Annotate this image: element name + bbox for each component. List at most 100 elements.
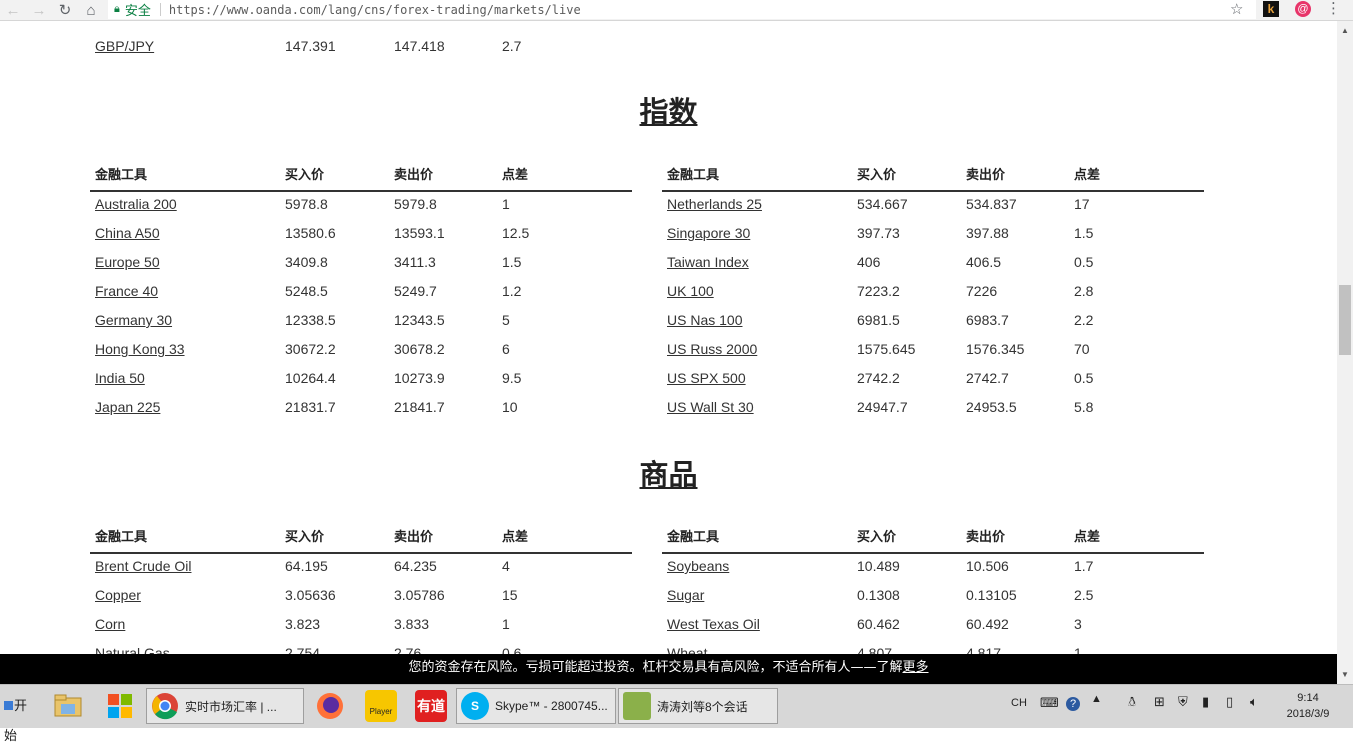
browser-menu-icon[interactable]: ⋮: [1326, 0, 1341, 17]
instrument-link[interactable]: Hong Kong 33: [95, 341, 185, 357]
youdao-icon[interactable]: 有道: [415, 690, 447, 722]
address-bar[interactable]: 🔒︎ 安全 https://www.oanda.com/lang/cns/for…: [108, 0, 1256, 19]
instrument-link[interactable]: Netherlands 25: [667, 196, 762, 212]
windows-store-icon[interactable]: [104, 690, 136, 722]
bid-value: 3409.8: [285, 254, 328, 270]
spread-value: 70: [1074, 341, 1090, 357]
instrument-cell: Copper: [95, 581, 141, 610]
instrument-link[interactable]: France 40: [95, 283, 158, 299]
table-row: US SPX 500 2742.2 2742.7 0.5: [662, 364, 1204, 393]
column-header-ask: 卖出价: [966, 167, 1006, 182]
network-icon[interactable]: ▮: [1202, 694, 1209, 710]
ask-value: 24953.5: [966, 399, 1017, 415]
instrument-link[interactable]: Australia 200: [95, 196, 177, 212]
table-row: Australia 200 5978.8 5979.8 1: [90, 190, 632, 219]
instrument-cell: Netherlands 25: [667, 190, 762, 219]
instrument-link[interactable]: Corn: [95, 616, 125, 632]
spread-value: 4: [502, 558, 510, 574]
instrument-link[interactable]: Brent Crude Oil: [95, 558, 191, 574]
explorer-icon[interactable]: [52, 690, 84, 722]
security-icon[interactable]: ⛨: [1178, 694, 1188, 710]
page-content: GBP/JPY 147.391 147.418 2.7 指数 金融工具 买入价 卖出价…: [0, 21, 1337, 654]
instrument-link[interactable]: Copper: [95, 587, 141, 603]
taskbar-button-chrome[interactable]: 实时市场汇率 | ...: [146, 688, 304, 724]
bid-value: 534.667: [857, 196, 908, 212]
start-button[interactable]: 开始: [0, 691, 38, 743]
instrument-link[interactable]: Wheat: [667, 645, 707, 654]
instrument-link[interactable]: GBP/JPY: [95, 38, 154, 54]
table-row: UK 100 7223.2 7226 2.8: [662, 277, 1204, 306]
table-header: 金融工具 买入价 卖出价 点差: [90, 160, 632, 192]
instrument-link[interactable]: Germany 30: [95, 312, 172, 328]
ask-value: 397.88: [966, 225, 1009, 241]
instrument-link[interactable]: US Wall St 30: [667, 399, 754, 415]
windows-flag-icon[interactable]: ⊞: [1154, 694, 1165, 710]
player-icon[interactable]: Player: [365, 690, 397, 722]
ask-value: 12343.5: [394, 312, 445, 328]
bid-value: 147.391: [285, 38, 336, 54]
instrument-link[interactable]: West Texas Oil: [667, 616, 760, 632]
table-header: 金融工具 买入价 卖出价 点差: [662, 522, 1204, 554]
battery-icon[interactable]: ▯: [1226, 694, 1233, 710]
taskbar-button-skype[interactable]: S Skype™ - 2800745...: [456, 688, 616, 724]
instrument-link[interactable]: Europe 50: [95, 254, 160, 270]
column-header-spread: 点差: [1074, 167, 1101, 182]
instrument-link[interactable]: China A50: [95, 225, 160, 241]
bid-value: 406: [857, 254, 881, 270]
column-header-instrument: 金融工具: [95, 529, 148, 544]
taskbar-button-qq[interactable]: 涛涛刘等8个会话: [618, 688, 778, 724]
instrument-cell: Sugar: [667, 581, 704, 610]
instrument-link[interactable]: Japan 225: [95, 399, 160, 415]
instrument-link[interactable]: US Nas 100: [667, 312, 742, 328]
spread-value: 2.2: [1074, 312, 1094, 328]
url-text[interactable]: https://www.oanda.com/lang/cns/forex-tra…: [169, 3, 581, 17]
tray-expand-icon[interactable]: ▲: [1091, 693, 1102, 705]
instrument-link[interactable]: US Russ 2000: [667, 341, 757, 357]
instrument-cell: France 40: [95, 277, 158, 306]
scroll-down-arrow-icon[interactable]: ▼: [1341, 670, 1349, 679]
instrument-link[interactable]: Taiwan Index: [667, 254, 749, 270]
scroll-thumb[interactable]: [1339, 285, 1351, 355]
ask-value: 1576.345: [966, 341, 1025, 357]
learn-more-link[interactable]: 更多: [903, 660, 929, 675]
bookmark-star-icon[interactable]: ☆: [1230, 0, 1243, 18]
extension-k-icon[interactable]: k: [1263, 1, 1279, 17]
forward-icon[interactable]: →: [26, 0, 52, 20]
back-icon[interactable]: ←: [0, 0, 26, 20]
reload-icon[interactable]: ↻: [52, 0, 78, 20]
bid-value: 24947.7: [857, 399, 908, 415]
instrument-link[interactable]: Sugar: [667, 587, 704, 603]
home-icon[interactable]: ⌂: [78, 0, 104, 20]
column-header-bid: 买入价: [285, 167, 325, 182]
spread-value: 2.5: [1074, 587, 1094, 603]
qq-penguin-icon[interactable]: 🐧︎: [1128, 694, 1136, 711]
system-clock[interactable]: 9:14 2018/3/9: [1278, 690, 1338, 722]
table-row: Natural Gas 2.754 2.76 0.6: [90, 639, 632, 654]
help-icon[interactable]: ?: [1066, 697, 1080, 711]
instrument-link[interactable]: India 50: [95, 370, 145, 386]
instrument-cell: US Russ 2000: [667, 335, 757, 364]
clock-time: 9:14: [1297, 692, 1319, 704]
table-row: Taiwan Index 406 406.5 0.5: [662, 248, 1204, 277]
instrument-link[interactable]: Soybeans: [667, 558, 729, 574]
keyboard-icon[interactable]: ⌨: [1040, 695, 1059, 711]
instrument-link[interactable]: US SPX 500: [667, 370, 746, 386]
table-row: Netherlands 25 534.667 534.837 17: [662, 190, 1204, 219]
table-header: 金融工具 买入价 卖出价 点差: [662, 160, 1204, 192]
bid-value: 7223.2: [857, 283, 900, 299]
spread-value: 1.5: [502, 254, 522, 270]
instrument-link[interactable]: Natural Gas: [95, 645, 170, 654]
risk-warning-text: 您的资金存在风险。亏损可能超过投资。杠杆交易具有高风险，不适合所有人——了解: [408, 660, 903, 675]
volume-icon[interactable]: 🔈︎: [1250, 694, 1258, 710]
spread-value: 0.5: [1074, 254, 1094, 270]
firefox-icon[interactable]: [314, 690, 346, 722]
scroll-up-arrow-icon[interactable]: ▲: [1341, 26, 1349, 35]
table-row: Germany 30 12338.5 12343.5 5: [90, 306, 632, 335]
ask-value: 3411.3: [394, 254, 436, 270]
instrument-link[interactable]: Singapore 30: [667, 225, 750, 241]
ime-indicator[interactable]: CH: [1011, 697, 1027, 709]
instrument-link[interactable]: UK 100: [667, 283, 714, 299]
extension-spiral-icon[interactable]: @: [1295, 1, 1311, 17]
spread-value: 1.2: [502, 283, 522, 299]
ask-value: 10273.9: [394, 370, 445, 386]
